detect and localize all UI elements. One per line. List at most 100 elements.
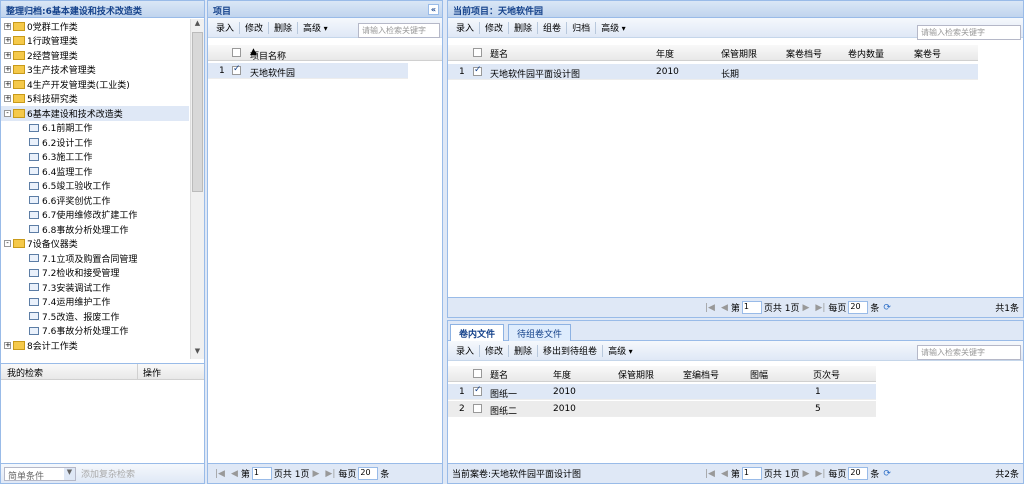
project-add-button[interactable]: 录入: [211, 21, 239, 34]
row-checkbox[interactable]: [473, 404, 482, 413]
file-delete-button[interactable]: 删除: [509, 344, 537, 357]
refresh-icon[interactable]: ⟳: [879, 303, 895, 313]
table-row[interactable]: 1 图纸一 2010 1: [448, 384, 876, 400]
tree-node-label: 3生产技术管理类: [27, 66, 96, 77]
tree-node[interactable]: 7.3安装调试工作: [1, 280, 189, 295]
prev-page-icon[interactable]: ◀: [718, 303, 731, 313]
file-edit-button[interactable]: 修改: [480, 344, 508, 357]
tree-node-label: 7.6事故分析处理工作: [42, 327, 129, 338]
tab-pending-files[interactable]: 待组卷文件: [508, 324, 572, 341]
file-panel: 卷内文件 待组卷文件 录入 修改 删除 移出到待组卷 高级 请输入检索关键字 题…: [447, 320, 1024, 484]
volume-advanced-button[interactable]: 高级: [596, 21, 631, 34]
last-page-icon[interactable]: ▶|: [322, 469, 338, 479]
expand-node-icon[interactable]: +: [4, 37, 11, 45]
tree-node[interactable]: +5科技研究类: [1, 92, 189, 107]
tree-node[interactable]: 7.2检收和接受管理: [1, 266, 189, 281]
tree-node[interactable]: 6.1前期工作: [1, 121, 189, 136]
expand-node-icon[interactable]: +: [4, 66, 11, 74]
tree-node[interactable]: 6.6评奖创优工作: [1, 193, 189, 208]
tree-node[interactable]: 6.2设计工作: [1, 135, 189, 150]
row-checkbox[interactable]: [473, 65, 482, 76]
chevron-down-icon[interactable]: ▼: [64, 467, 75, 480]
tree-node[interactable]: 7.6事故分析处理工作: [1, 324, 189, 339]
select-all-checkbox[interactable]: [473, 369, 482, 378]
file-tabs: 卷内文件 待组卷文件: [448, 321, 1023, 341]
last-page-icon[interactable]: ▶|: [812, 303, 828, 313]
select-all-checkbox[interactable]: [232, 48, 241, 57]
tree-node[interactable]: 6.4监理工作: [1, 164, 189, 179]
project-search-input[interactable]: 请输入检索关键字: [358, 23, 440, 38]
expand-node-icon[interactable]: +: [4, 95, 11, 103]
folder-icon: [13, 65, 25, 75]
collapse-node-icon[interactable]: -: [4, 240, 11, 248]
row-checkbox[interactable]: [473, 385, 482, 396]
project-edit-button[interactable]: 修改: [240, 21, 268, 34]
expand-node-icon[interactable]: +: [4, 80, 11, 88]
folder-icon: [13, 108, 25, 118]
tree-node[interactable]: 7.1立项及购置合同管理: [1, 251, 189, 266]
table-row[interactable]: 2 图纸二 2010 5: [448, 401, 876, 417]
page-size-input[interactable]: 20: [848, 301, 869, 314]
table-row[interactable]: 1 天地软件园平面设计图 2010 长期: [448, 64, 978, 80]
row-number: 1: [459, 67, 465, 77]
last-page-icon[interactable]: ▶|: [812, 469, 828, 479]
tree-node[interactable]: - 6基本建设和技术改造类: [1, 106, 189, 121]
category-tree: +0党群工作类 +1行政管理类 +2经营管理类 +3生产技术管理类 +4生产开发管理类(…: [1, 19, 189, 359]
file-search-input[interactable]: 请输入检索关键字: [917, 345, 1021, 360]
collapse-icon[interactable]: «: [428, 4, 439, 15]
first-page-icon[interactable]: |◀: [702, 303, 718, 313]
tree-node[interactable]: +2经营管理类: [1, 48, 189, 63]
next-page-icon[interactable]: ▶: [800, 303, 813, 313]
first-page-icon[interactable]: |◀: [702, 469, 718, 479]
page-size-input[interactable]: 20: [358, 467, 379, 480]
filter-select[interactable]: 简单条件 ▼: [4, 466, 76, 482]
tree-node[interactable]: 7.5改造、报废工作: [1, 309, 189, 324]
volume-search-input[interactable]: 请输入检索关键字: [917, 25, 1021, 40]
page-number-input[interactable]: 1: [251, 467, 272, 480]
file-advanced-button[interactable]: 高级: [603, 344, 638, 357]
tree-scrollbar[interactable]: ▲ ▼: [190, 19, 204, 359]
next-page-icon[interactable]: ▶: [800, 469, 813, 479]
expand-node-icon[interactable]: +: [4, 51, 11, 59]
add-complex-search-button[interactable]: 添加复杂检索: [76, 467, 140, 480]
first-page-icon[interactable]: |◀: [212, 469, 228, 479]
row-checkbox[interactable]: [232, 64, 241, 75]
tree-node[interactable]: 7.4运用维护工作: [1, 295, 189, 310]
collapse-node-icon[interactable]: -: [4, 109, 11, 117]
tree-node[interactable]: 6.5竣工验收工作: [1, 179, 189, 194]
page-number-input[interactable]: 1: [741, 301, 762, 314]
next-page-icon[interactable]: ▶: [310, 469, 323, 479]
page-size-input[interactable]: 20: [848, 467, 869, 480]
table-row[interactable]: 1 天地软件园: [208, 63, 408, 79]
tree-node[interactable]: +0党群工作类: [1, 19, 189, 34]
expand-node-icon[interactable]: +: [4, 22, 11, 30]
project-advanced-button[interactable]: 高级: [298, 21, 333, 34]
tree-node[interactable]: +4生产开发管理类(工业类): [1, 77, 189, 92]
volume-delete-button[interactable]: 删除: [509, 21, 537, 34]
prev-page-icon[interactable]: ◀: [718, 469, 731, 479]
tree-node[interactable]: +8会计工作类: [1, 338, 189, 353]
page-number-input[interactable]: 1: [741, 467, 762, 480]
refresh-icon[interactable]: ⟳: [879, 469, 895, 479]
archive-button[interactable]: 归档: [567, 21, 595, 34]
tree-node[interactable]: - 7设备仪器类: [1, 237, 189, 252]
select-all-checkbox[interactable]: [473, 48, 482, 57]
move-to-pending-button[interactable]: 移出到待组卷: [538, 344, 602, 357]
tree-node[interactable]: +3生产技术管理类: [1, 63, 189, 78]
expand-node-icon[interactable]: +: [4, 341, 11, 349]
tree-node[interactable]: 6.3施工工作: [1, 150, 189, 165]
tree-node[interactable]: +1行政管理类: [1, 34, 189, 49]
project-delete-button[interactable]: 删除: [269, 21, 297, 34]
file-add-button[interactable]: 录入: [451, 344, 479, 357]
col-period: 保管期限: [618, 371, 655, 381]
tree-node[interactable]: 6.7使用维修改扩建工作: [1, 208, 189, 223]
row-number: 1: [459, 387, 465, 397]
volume-add-button[interactable]: 录入: [451, 21, 479, 34]
volume-edit-button[interactable]: 修改: [480, 21, 508, 34]
tab-volume-files[interactable]: 卷内文件: [450, 324, 505, 341]
folder-icon: [13, 79, 25, 89]
tree-node-label: 7.2检收和接受管理: [42, 269, 120, 280]
prev-page-icon[interactable]: ◀: [228, 469, 241, 479]
compose-button[interactable]: 组卷: [538, 21, 566, 34]
tree-node[interactable]: 6.8事故分析处理工作: [1, 222, 189, 237]
